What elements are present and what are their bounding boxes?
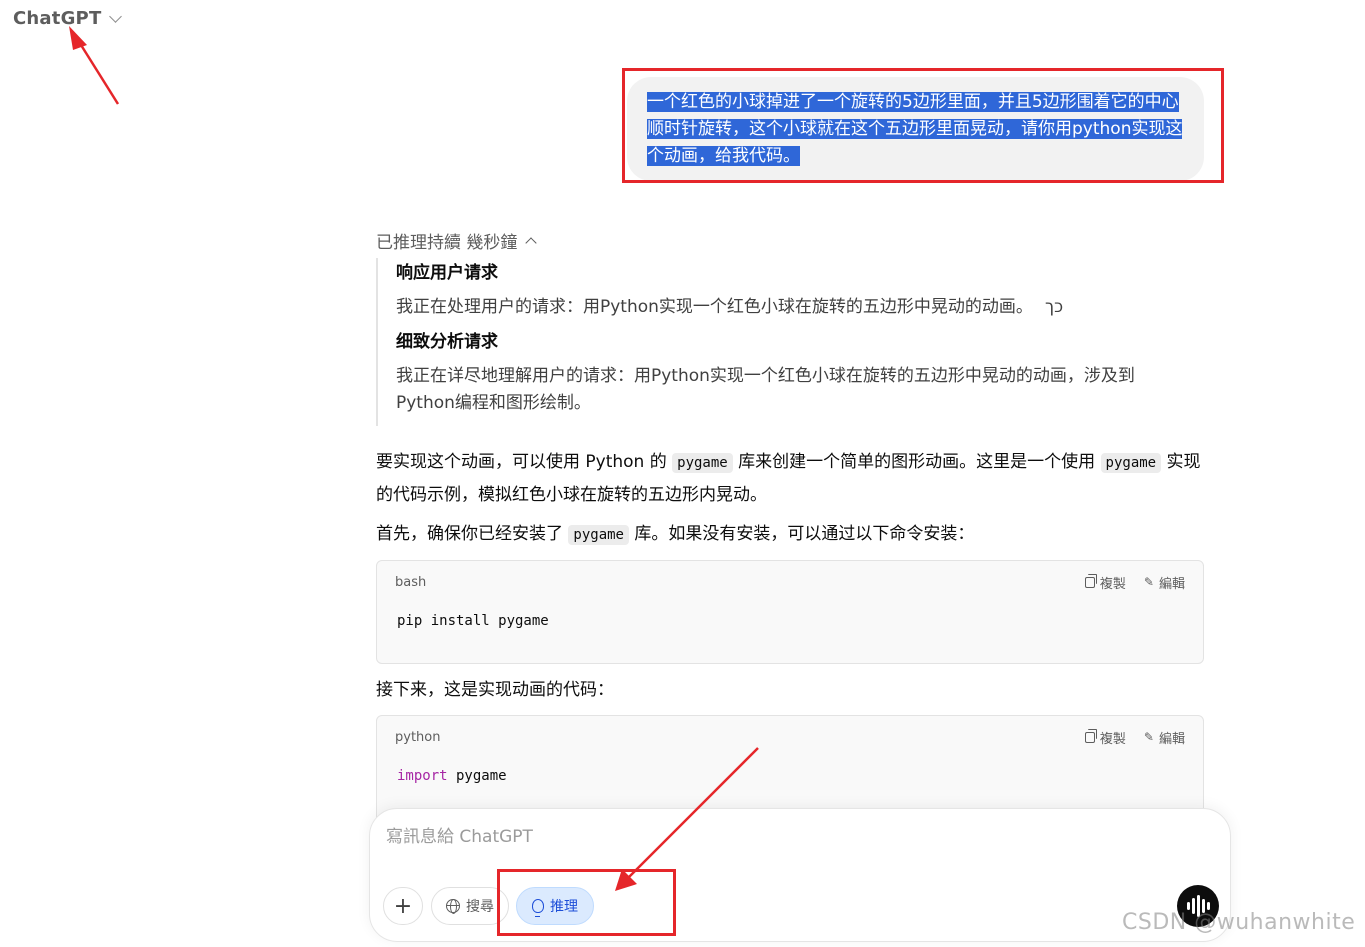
reasoning-step-heading: 响应用户请求 <box>396 263 498 283</box>
reasoning-step-body: 我正在处理用户的请求：用Python实现一个红色小球在旋转的五边形中晃动的动画。… <box>396 294 1186 321</box>
reason-label: 推理 <box>550 899 578 915</box>
message-composer: + 搜尋 推理 <box>369 808 1231 942</box>
chevron-down-icon <box>109 9 123 23</box>
attach-button[interactable]: + <box>383 887 423 925</box>
lightbulb-icon <box>532 899 544 917</box>
reasoning-panel: 响应用户请求 我正在处理用户的请求：用Python实现一个红色小球在旋转的五边形… <box>376 258 1186 426</box>
reasoning-toggle-label: 已推理持續 幾秒鐘 <box>376 233 518 253</box>
code-line: pip install pygame <box>397 613 549 629</box>
copy-icon <box>1084 728 1097 743</box>
waveform-bar <box>1206 902 1210 910</box>
code-keyword: import <box>397 768 448 784</box>
code-line: import pygame <box>377 758 1203 794</box>
search-button[interactable]: 搜尋 <box>431 887 509 925</box>
edit-icon: ✎ <box>1143 575 1154 589</box>
message-input[interactable] <box>386 823 1086 851</box>
plus-icon: + <box>393 893 413 919</box>
waveform-icon <box>1186 902 1190 910</box>
code-block-header: bash 複製 ✎ 編輯 <box>377 561 1203 603</box>
answer-text: 库。如果没有安装，可以通过以下命令安装： <box>628 524 975 544</box>
copy-button[interactable]: 複製 <box>1084 573 1126 592</box>
annotation-arrowhead <box>69 26 87 50</box>
reasoning-step-body: 我正在详尽地理解用户的请求：用Python实现一个红色小球在旋转的五边形中晃动的… <box>396 366 1135 413</box>
reasoning-step-heading: 细致分析请求 <box>396 332 498 352</box>
edit-label: 編輯 <box>1158 731 1185 747</box>
copy-icon <box>1084 573 1097 588</box>
answer-paragraph: 接下来，这是实现动画的代码： <box>376 680 614 700</box>
globe-icon <box>446 899 460 914</box>
copy-label: 複製 <box>1099 576 1126 592</box>
chevron-up-icon <box>525 237 538 249</box>
user-message-text[interactable]: 一个红色的小球掉进了一个旋转的5边形里面，并且5边形围着它的中心顺时针旋转，这个… <box>647 92 1183 166</box>
answer-text: 库来创建一个简单的图形动画。这里是一个使用 <box>732 452 1101 472</box>
watermark: CSDN @wuhanwhite <box>1122 910 1356 935</box>
code-text: pygame <box>447 768 507 784</box>
edit-button[interactable]: ✎ 編輯 <box>1144 573 1185 592</box>
user-message-bubble: 一个红色的小球掉进了一个旋转的5边形里面，并且5边形围着它的中心顺时针旋转，这个… <box>627 77 1204 181</box>
edit-icon: ✎ <box>1143 730 1154 744</box>
answer-paragraph: 要实现这个动画，可以使用 Python 的 pygame 库来创建一个简单的图形… <box>376 446 1206 511</box>
annotation-arrow-shaft <box>74 36 120 105</box>
copy-label: 複製 <box>1099 731 1126 747</box>
code-block-header: python 複製 ✎ 編輯 <box>377 716 1203 758</box>
inline-code: pygame <box>672 453 733 473</box>
code-block: bash 複製 ✎ 編輯 pip install pygame <box>376 560 1204 664</box>
code-language: python <box>395 729 441 745</box>
reasoning-step-text: 我正在处理用户的请求：用Python实现一个红色小球在旋转的五边形中晃动的动画。 <box>396 297 1033 317</box>
inline-code: pygame <box>1100 453 1162 473</box>
model-switcher[interactable]: ChatGPT <box>13 8 123 29</box>
code-language: bash <box>395 574 427 590</box>
reasoning-step-tail: כך <box>1044 297 1064 317</box>
answer-paragraph: 首先，确保你已经安装了 pygame 库。如果没有安装，可以通过以下命令安装： <box>376 518 1206 551</box>
reason-button[interactable]: 推理 <box>516 887 594 925</box>
app-title: ChatGPT <box>13 8 102 29</box>
edit-button[interactable]: ✎ 編輯 <box>1144 728 1185 747</box>
inline-code: pygame <box>568 525 629 545</box>
search-label: 搜尋 <box>466 899 494 915</box>
answer-text: 要实现这个动画，可以使用 Python 的 <box>376 452 673 472</box>
edit-label: 編輯 <box>1158 576 1185 592</box>
answer-text: 首先，确保你已经安装了 <box>376 524 569 544</box>
reasoning-toggle[interactable]: 已推理持續 幾秒鐘 <box>376 228 538 253</box>
copy-button[interactable]: 複製 <box>1084 728 1126 747</box>
